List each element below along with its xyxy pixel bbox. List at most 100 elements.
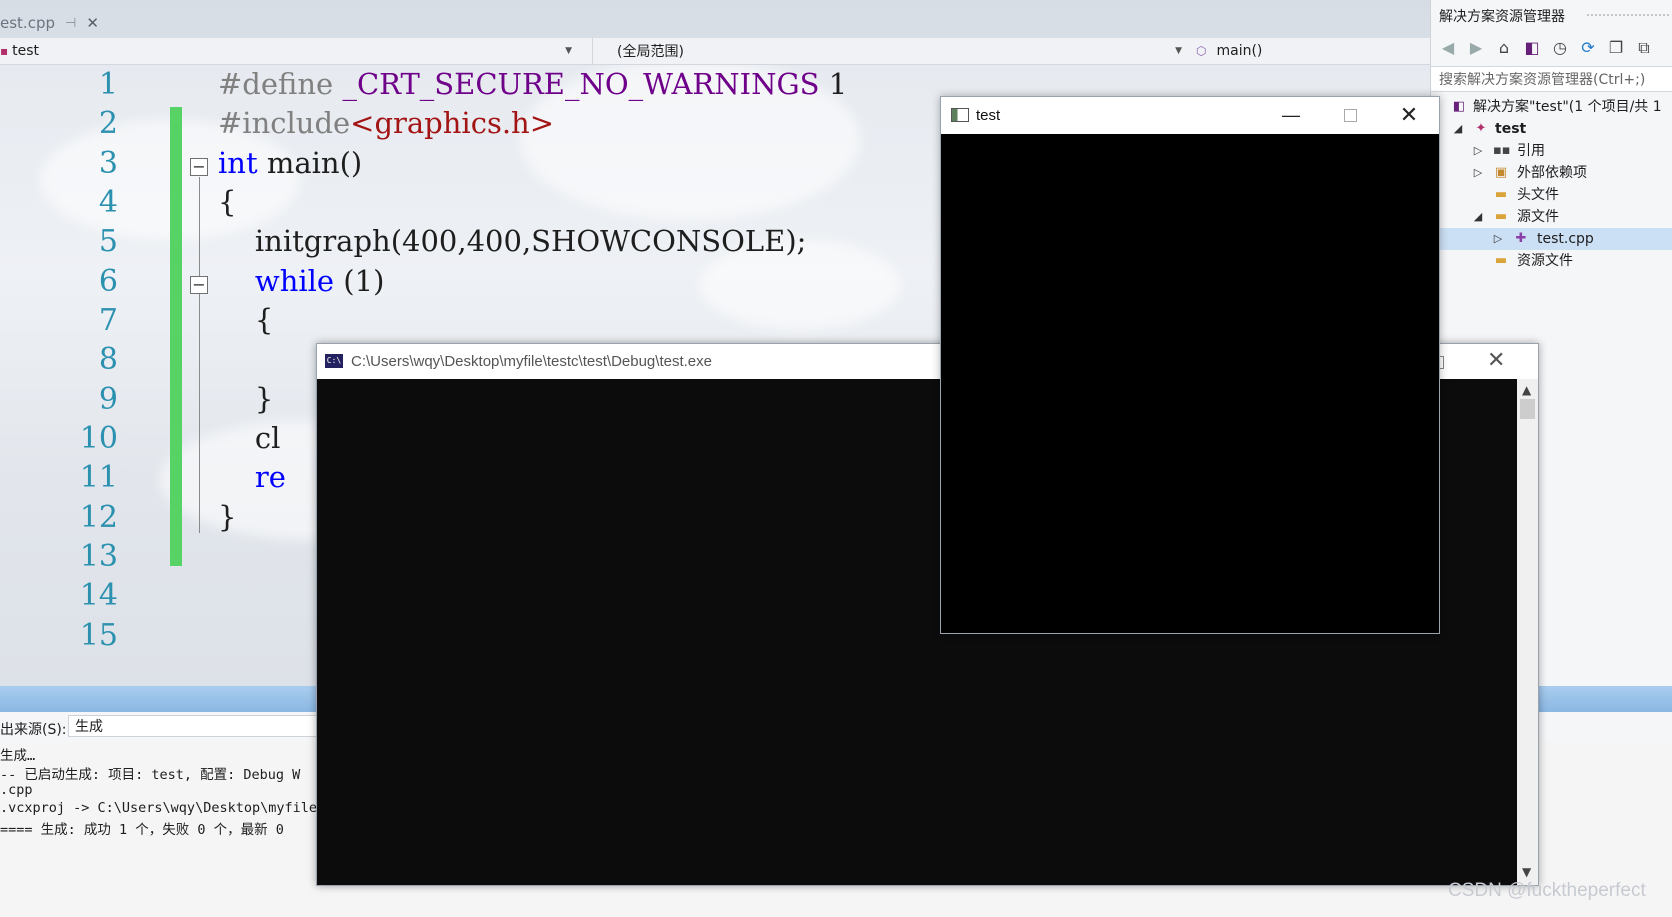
member-dropdown[interactable]: ⬡ main()	[1196, 38, 1430, 64]
line-number: 3	[98, 146, 118, 181]
graphics-window-title: test	[976, 107, 1001, 124]
fold-toggle-icon[interactable]: −	[190, 276, 208, 294]
cpp-project-icon: ▪	[0, 44, 9, 58]
code-line-2: #include<graphics.h>	[218, 106, 555, 140]
document-tab-strip: est.cpp ⊣ ✕	[0, 0, 1430, 38]
line-number: 4	[98, 185, 118, 220]
code-line-7: {	[218, 303, 274, 337]
fold-guide-line	[199, 177, 200, 533]
output-line: 生成…	[0, 748, 36, 764]
line-number: 11	[79, 460, 118, 495]
folder-icon: ▬	[1494, 253, 1508, 268]
project-dropdown-value: test	[12, 43, 40, 59]
line-number: 8	[98, 342, 118, 377]
folder-icon: ▬	[1494, 209, 1508, 224]
code-line-10: cl	[218, 421, 281, 455]
cpp-file-icon: ✚	[1515, 231, 1527, 246]
output-line: .cpp	[0, 782, 33, 798]
line-number: 6	[98, 264, 118, 299]
tree-item-solution[interactable]: ◧ 解决方案"test"(1 个项目/共 1	[1431, 96, 1672, 118]
line-number: 1	[98, 67, 118, 102]
solution-search-input[interactable]: 搜索解决方案资源管理器(Ctrl+;)	[1431, 66, 1672, 92]
change-indicator-bar	[170, 107, 182, 566]
minimize-icon[interactable]: —	[1271, 102, 1311, 128]
graphics-app-icon	[951, 108, 969, 122]
refresh-icon[interactable]: ⟳	[1577, 37, 1599, 59]
collapsed-arrow-icon[interactable]: ▷	[1491, 228, 1505, 250]
vs-switch-icon[interactable]: ◧	[1521, 37, 1543, 59]
folder-icon: ▬	[1494, 187, 1508, 202]
tree-item-resource-files[interactable]: ▬ 资源文件	[1431, 250, 1672, 272]
line-number: 13	[79, 539, 118, 574]
code-line-9: }	[218, 382, 274, 416]
tree-item-project[interactable]: ◢ ✦ test	[1431, 118, 1672, 140]
maximize-icon[interactable]	[1344, 109, 1357, 122]
solution-explorer-title: 解决方案资源管理器	[1439, 9, 1565, 25]
close-icon[interactable]: ✕	[1487, 349, 1505, 371]
expanded-arrow-icon[interactable]: ◢	[1451, 118, 1465, 140]
line-number: 2	[98, 106, 118, 141]
graphics-canvas[interactable]	[941, 134, 1439, 633]
code-line-6: while (1)	[218, 264, 385, 298]
references-icon: ▪▪	[1493, 143, 1511, 158]
tree-item-header-files[interactable]: ▬ 头文件	[1431, 184, 1672, 206]
graphics-window[interactable]: test — ✕	[940, 96, 1440, 634]
console-app-icon: C:\	[325, 354, 343, 368]
output-line: ==== 生成: 成功 1 个，失败 0 个，最新 0	[0, 822, 284, 838]
expanded-arrow-icon[interactable]: ◢	[1471, 206, 1485, 228]
member-dropdown-value: main()	[1216, 43, 1263, 59]
close-tab-icon[interactable]: ✕	[86, 14, 99, 32]
console-title: C:\Users\wqy\Desktop\myfile\testc\test\D…	[351, 353, 712, 370]
history-icon[interactable]: ◷	[1549, 37, 1571, 59]
tree-item-test-cpp[interactable]: ▷ ✚ test.cpp	[1431, 228, 1672, 250]
line-number: 5	[98, 224, 118, 259]
code-line-5: initgraph(400,400,SHOWCONSOLE);	[218, 224, 807, 258]
chevron-down-icon: ▼	[565, 46, 572, 56]
collapse-icon[interactable]: ❐	[1605, 37, 1627, 59]
line-number: 12	[79, 500, 118, 535]
line-number: 10	[79, 421, 118, 456]
document-tab[interactable]: est.cpp ⊣ ✕	[0, 10, 99, 36]
scope-dropdown-value: (全局范围)	[617, 44, 684, 60]
output-source-label: 出来源(S):	[0, 722, 67, 738]
line-number: 7	[98, 303, 118, 338]
chevron-down-icon: ▼	[1175, 46, 1182, 56]
code-line-1: #define _CRT_SECURE_NO_WARNINGS 1	[218, 67, 848, 101]
console-scrollbar[interactable]: ▲ ▼	[1517, 379, 1538, 885]
collapsed-arrow-icon[interactable]: ▷	[1471, 162, 1485, 184]
scroll-up-icon[interactable]: ▲	[1522, 383, 1531, 397]
tree-item-source-files[interactable]: ◢ ▬ 源文件	[1431, 206, 1672, 228]
pin-icon[interactable]: ⊣	[65, 16, 76, 31]
project-icon: ✦	[1475, 121, 1487, 136]
line-number: 15	[79, 618, 118, 653]
external-deps-icon: ▣	[1494, 165, 1508, 180]
back-icon[interactable]: ◀	[1437, 37, 1459, 59]
graphics-title-bar[interactable]: test — ✕	[941, 97, 1439, 134]
close-icon[interactable]: ✕	[1389, 102, 1429, 128]
fold-toggle-icon[interactable]: −	[190, 158, 208, 176]
copy-icon[interactable]: ⧉	[1633, 37, 1655, 59]
scope-dropdown[interactable]: (全局范围) ▼	[592, 38, 1188, 64]
collapsed-arrow-icon[interactable]: ▷	[1471, 140, 1485, 162]
forward-icon[interactable]: ▶	[1465, 37, 1487, 59]
document-tab-label: est.cpp	[0, 14, 55, 32]
scrollbar-thumb[interactable]	[1520, 399, 1535, 419]
scroll-down-icon[interactable]: ▼	[1522, 865, 1531, 879]
code-line-3: int main()	[218, 146, 363, 180]
code-line-12: }	[218, 500, 237, 534]
watermark: CSDN @fucktheperfect	[1448, 880, 1646, 901]
tree-item-references[interactable]: ▷ ▪▪ 引用	[1431, 140, 1672, 162]
code-line-4: {	[218, 185, 237, 219]
line-number: 9	[98, 382, 118, 417]
code-line-11: re	[218, 460, 286, 494]
tree-item-external-deps[interactable]: ▷ ▣ 外部依赖项	[1431, 162, 1672, 184]
line-number: 14	[79, 578, 118, 613]
output-source-select[interactable]: 生成	[68, 715, 318, 737]
output-line: -- 已启动生成: 项目: test, 配置: Debug W	[0, 767, 301, 783]
output-line: .vcxproj -> C:\Users\wqy\Desktop\myfile\	[0, 800, 326, 816]
project-dropdown[interactable]: ▪ test ▼	[0, 38, 578, 64]
navigation-bar: ▪ test ▼ (全局范围) ▼ ⬡ main()	[0, 38, 1430, 65]
title-grip[interactable]	[1586, 13, 1671, 17]
solution-explorer-toolbar: ◀ ▶ ⌂ ◧ ◷ ⟳ ❐ ⧉	[1431, 32, 1672, 64]
home-icon[interactable]: ⌂	[1493, 37, 1515, 59]
